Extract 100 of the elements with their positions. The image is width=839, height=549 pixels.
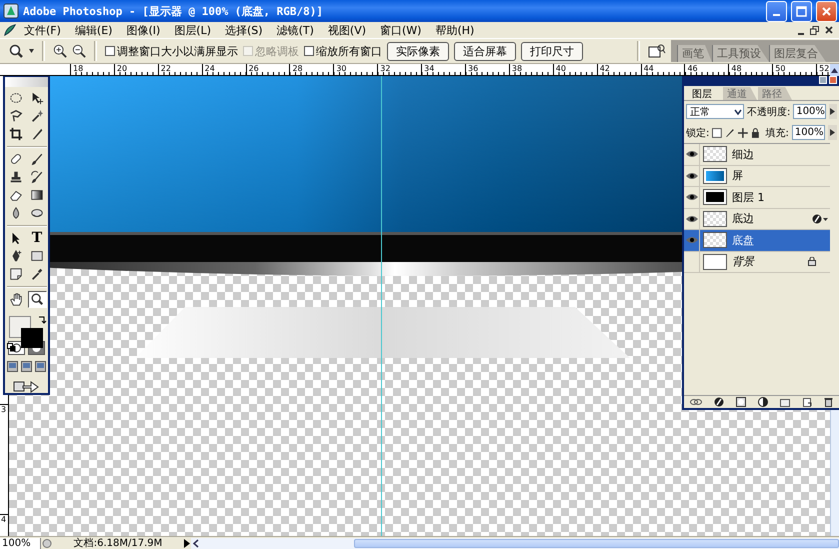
lock-brush-icon <box>725 128 735 138</box>
eye-icon <box>686 193 698 202</box>
restore-icon <box>810 26 819 34</box>
slider-arrow-icon <box>830 129 836 136</box>
menu-item[interactable]: 图层(L) <box>167 22 218 38</box>
jump-arrow-icon <box>12 378 40 393</box>
scroll-left-icon <box>191 538 201 548</box>
layer-name: 底边 <box>732 211 755 226</box>
menu-item[interactable]: 视图(V) <box>320 22 374 38</box>
checkbox-label: 调整窗口大小以满屏显示 <box>117 44 238 58</box>
palette-well-tab[interactable]: 工具预设 <box>712 45 769 62</box>
layer-row[interactable]: 图层 1 <box>684 187 830 208</box>
menu-item[interactable]: 窗口(W) <box>373 22 428 38</box>
adjustment-layer-icon <box>758 397 768 407</box>
crop-icon <box>9 127 23 142</box>
layer-name: 图层 1 <box>732 190 766 205</box>
layer-row[interactable]: 背景 <box>684 252 830 273</box>
minimize-button[interactable] <box>766 0 787 22</box>
screen-mode-icon <box>35 361 46 372</box>
visibility-toggle[interactable] <box>684 187 700 208</box>
opacity-field[interactable]: 100% <box>793 104 826 119</box>
lock-icon <box>750 128 760 138</box>
vertical-scrollbar[interactable] <box>830 410 839 536</box>
checkbox[interactable] <box>105 46 115 56</box>
hand-icon <box>9 292 23 306</box>
layer-name: 屏 <box>732 168 744 184</box>
zoom-in-icon <box>53 44 67 58</box>
app-icon <box>3 3 19 19</box>
lock-move-icon <box>738 128 748 138</box>
layer-row[interactable]: 底盘 <box>684 230 830 252</box>
new-layer-icon <box>802 397 812 407</box>
fill-field[interactable]: 100% <box>792 125 826 140</box>
eyedropper-icon <box>30 267 44 282</box>
menu-item[interactable]: 编辑(E) <box>68 22 120 38</box>
blend-mode-dropdown[interactable]: 正常 <box>686 104 744 119</box>
ellipse-marquee-icon <box>9 91 23 106</box>
layer-row[interactable]: 屏 <box>684 166 830 187</box>
trash-icon <box>824 397 833 407</box>
zoom-field[interactable]: 100% <box>0 538 41 548</box>
option-button[interactable]: 适合屏幕 <box>454 42 516 60</box>
option-button[interactable]: 实际像素 <box>387 42 449 60</box>
ruler-label: 4 <box>0 514 8 524</box>
slider-arrow-icon <box>830 108 836 115</box>
maximize-icon <box>796 6 807 16</box>
visibility-toggle[interactable] <box>684 144 700 164</box>
menu-item[interactable]: 帮助(H) <box>428 22 482 38</box>
brush-icon <box>30 152 44 166</box>
visibility-toggle[interactable] <box>684 208 700 229</box>
rectangle-icon <box>30 249 44 264</box>
move-arrow-icon <box>30 91 44 106</box>
zoom-tool-icon <box>8 43 24 59</box>
scrollbar-thumb[interactable] <box>354 538 839 548</box>
history-brush-icon <box>30 170 44 184</box>
swap-arrow-icon <box>38 314 46 324</box>
eye-icon <box>686 236 698 244</box>
close-button[interactable] <box>816 0 837 22</box>
file-browser-icon <box>648 43 666 59</box>
layer-row[interactable]: 细边 <box>684 144 830 166</box>
link-icon <box>690 398 702 406</box>
dropdown-caret-icon <box>29 49 34 53</box>
ruler-label: 3 <box>0 404 8 414</box>
checkbox[interactable] <box>304 46 314 56</box>
checkbox-label: 缩放所有窗口 <box>316 44 382 58</box>
mask-icon <box>736 397 746 407</box>
eye-icon <box>686 214 698 223</box>
lock-transparency-icon <box>712 128 722 138</box>
visibility-toggle[interactable] <box>684 166 700 186</box>
close-icon <box>821 6 832 16</box>
close-icon <box>825 26 833 34</box>
screen-mode-icon <box>7 361 18 372</box>
menu-item[interactable]: 选择(S) <box>218 22 270 38</box>
menu-item[interactable]: 滤镜(T) <box>270 22 321 38</box>
knife-icon <box>30 127 44 142</box>
screen-mode-icon <box>21 361 32 372</box>
magic-wand-icon <box>30 109 44 124</box>
checkbox-label: 忽略调板 <box>255 44 299 58</box>
layer-effects-icon[interactable] <box>812 214 828 224</box>
menu-item[interactable]: 文件(F) <box>17 22 68 38</box>
note-icon <box>9 267 23 282</box>
layer-name: 背景 <box>732 254 756 270</box>
folder-icon <box>780 398 790 406</box>
lock-label: 锁定: <box>686 126 710 140</box>
background-swatch[interactable] <box>20 328 42 348</box>
maximize-button[interactable] <box>791 0 812 22</box>
feather-logo <box>5 77 48 87</box>
scroll-up-icon <box>831 68 838 72</box>
palette-well-tab[interactable]: 图层复合 <box>769 45 826 62</box>
option-button[interactable]: 打印尺寸 <box>521 42 583 60</box>
menu-item[interactable]: 图像(I) <box>119 22 168 38</box>
menu-arrow-icon <box>183 538 191 548</box>
type-tool-button[interactable]: T <box>28 230 46 247</box>
minimize-icon <box>798 32 804 34</box>
gradient-icon <box>30 188 44 202</box>
feather-icon <box>3 23 17 37</box>
fill-label: 填充: <box>766 126 789 140</box>
magnifier-tool-button[interactable] <box>28 290 46 308</box>
visibility-toggle[interactable] <box>684 230 700 250</box>
eye-icon <box>686 150 698 158</box>
palette-well-tab[interactable]: 画笔 <box>677 45 712 62</box>
stamp-icon <box>9 170 23 184</box>
